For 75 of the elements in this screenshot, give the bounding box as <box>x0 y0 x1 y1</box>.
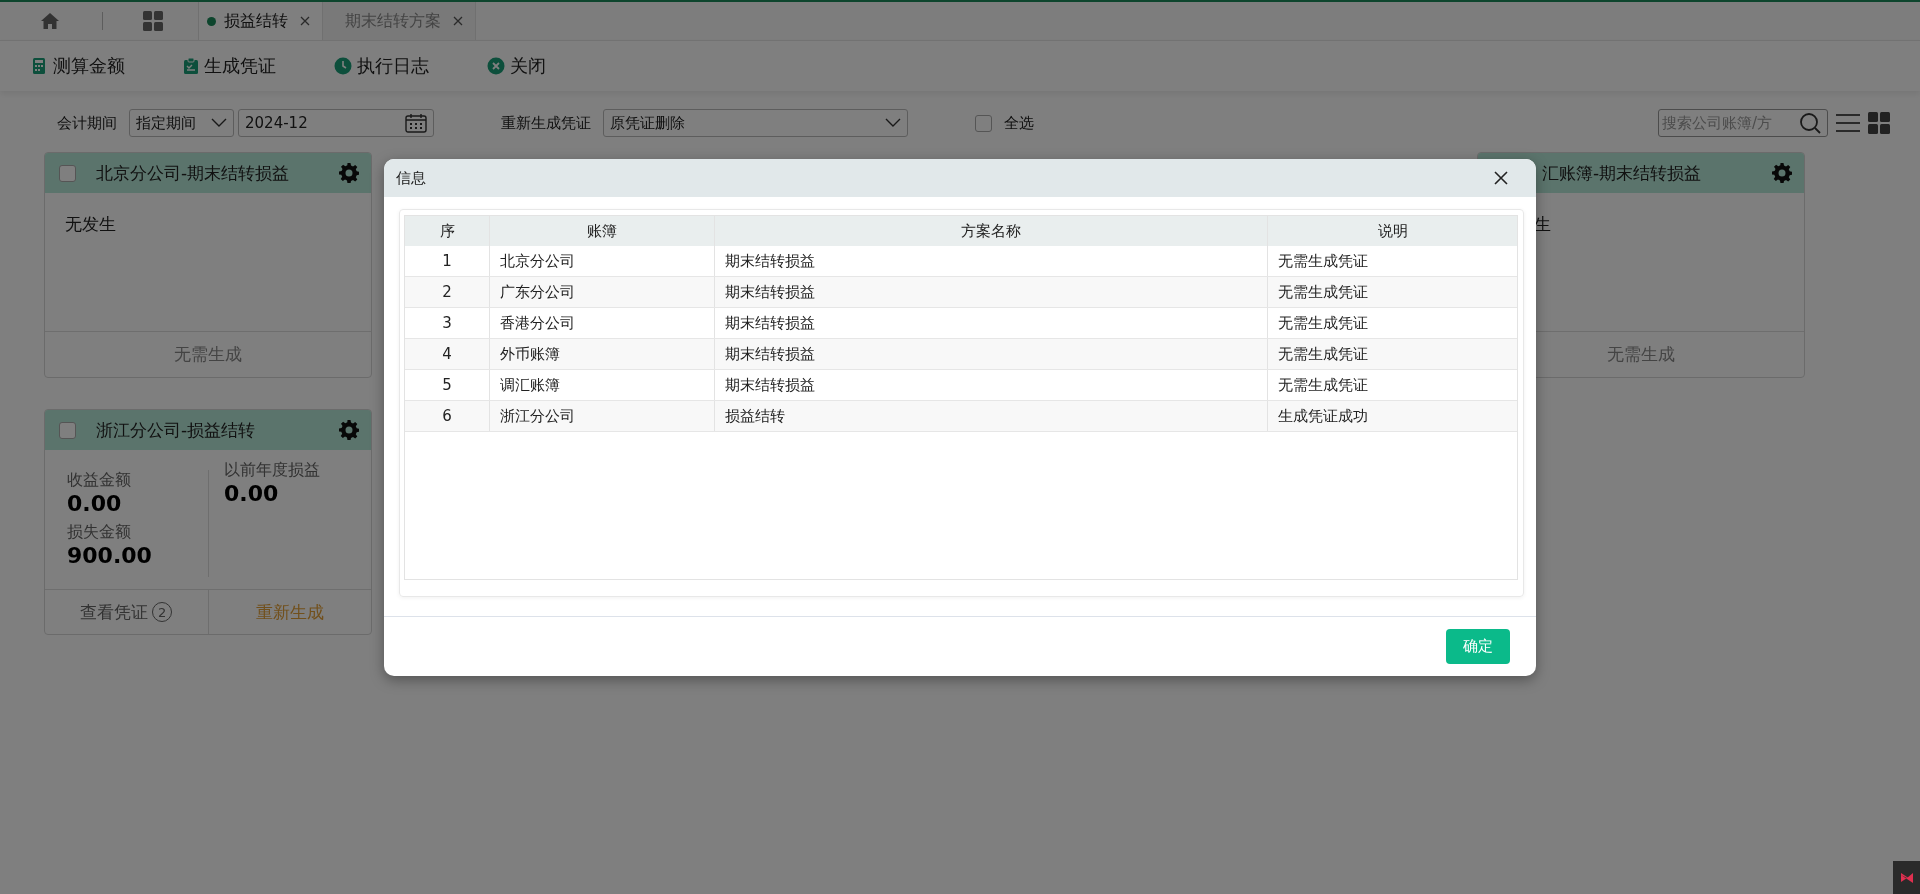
column-header: 方案名称 <box>715 216 1268 246</box>
date-field[interactable]: 2024-12 <box>238 109 434 137</box>
table-cell: 北京分公司 <box>490 246 715 276</box>
amount-label: 以前年度损益 <box>224 460 320 481</box>
checkbox[interactable] <box>975 114 992 132</box>
toolbar-button[interactable]: 测算金额 <box>32 54 125 78</box>
bowtie-icon <box>1900 872 1913 883</box>
amount-label: 收益金额 <box>67 470 131 491</box>
table-cell-text: 无需生成凭证 <box>1277 312 1369 334</box>
amount-value: 0.00 <box>224 481 279 506</box>
card-title: 北京分公司-期末结转损益 <box>96 161 291 185</box>
amount-value: 900.00 <box>67 543 152 568</box>
grid-view-icon[interactable] <box>1868 112 1890 134</box>
calculator-icon <box>32 57 48 75</box>
table-cell: 期末结转损益 <box>715 246 1268 276</box>
card-status-text: 无发生 <box>65 214 116 234</box>
status-dot <box>207 16 216 26</box>
table-cell-text: 无需生成凭证 <box>1277 281 1369 303</box>
toolbar-button[interactable]: 生成凭证 <box>183 54 276 78</box>
table-cell-text: 无需生成凭证 <box>1277 250 1369 272</box>
table-cell: 3 <box>405 308 490 338</box>
table-cell: 外币账簿 <box>490 339 715 369</box>
table-cell: 2 <box>405 277 490 307</box>
checkbox[interactable] <box>59 421 76 439</box>
regenerate-select[interactable]: 原凭证删除 <box>603 109 908 137</box>
floating-widget[interactable] <box>1893 861 1920 894</box>
tab[interactable]: 损益结转 <box>198 2 323 40</box>
column-header: 账簿 <box>490 216 715 246</box>
view-voucher-link[interactable]: 查看凭证 2 <box>45 590 209 634</box>
table-cell: 期末结转损益 <box>715 370 1268 400</box>
select-all-label: 全选 <box>1004 113 1034 133</box>
card-title: 浙江分公司-损益结转 <box>96 418 257 442</box>
settings-icon[interactable] <box>339 420 359 440</box>
close-circle-icon <box>487 57 505 75</box>
list-view-icon[interactable] <box>1836 113 1860 133</box>
card-footer-text: 无需生成 <box>174 343 242 366</box>
chevron-down-icon <box>885 118 901 128</box>
table-cell: 损益结转 <box>715 401 1268 431</box>
chevron-down-icon <box>211 118 227 128</box>
confirm-button[interactable]: 确定 <box>1446 629 1510 664</box>
amount-value: 0.00 <box>67 491 122 516</box>
amount-label: 损失金额 <box>67 522 131 543</box>
column-header: 说明 <box>1376 220 1409 242</box>
calendar-icon <box>405 113 427 133</box>
period-mode-select[interactable]: 指定期间 <box>129 109 234 137</box>
table-cell: 1 <box>405 246 490 276</box>
toolbar-button[interactable]: 关闭 <box>487 54 546 78</box>
table-cell-text: 无需生成凭证 <box>1277 374 1369 396</box>
dialog-title: 信息 <box>396 168 426 188</box>
table-cell: 浙江分公司 <box>490 401 715 431</box>
close-icon[interactable] <box>1494 171 1508 185</box>
clock-icon <box>334 57 352 75</box>
table-cell: 广东分公司 <box>490 277 715 307</box>
period-label: 会计期间 <box>57 113 117 133</box>
table-cell-text: 生成凭证成功 <box>1277 405 1369 427</box>
clipboard-icon <box>183 57 199 75</box>
table-cell: 期末结转损益 <box>715 308 1268 338</box>
card-footer-text: 无需生成 <box>1607 343 1675 366</box>
table-cell: 调汇账簿 <box>490 370 715 400</box>
table-cell: 5 <box>405 370 490 400</box>
column-header: 序 <box>405 216 490 246</box>
regenerate-label: 重新生成凭证 <box>501 113 591 133</box>
card-title: 汇账簿-期末结转损益 <box>1542 161 1703 185</box>
table-cell: 期末结转损益 <box>715 339 1268 369</box>
table-cell: 6 <box>405 401 490 431</box>
table-cell-text: 无需生成凭证 <box>1277 343 1369 365</box>
settings-icon[interactable] <box>1772 163 1792 183</box>
search-icon[interactable] <box>1799 112 1821 134</box>
toolbar-button[interactable]: 执行日志 <box>334 54 429 78</box>
checkbox[interactable] <box>59 164 76 182</box>
settings-icon[interactable] <box>339 163 359 183</box>
table-cell: 期末结转损益 <box>715 277 1268 307</box>
table-cell: 4 <box>405 339 490 369</box>
table-cell: 香港分公司 <box>490 308 715 338</box>
grid-icon[interactable] <box>143 11 163 31</box>
